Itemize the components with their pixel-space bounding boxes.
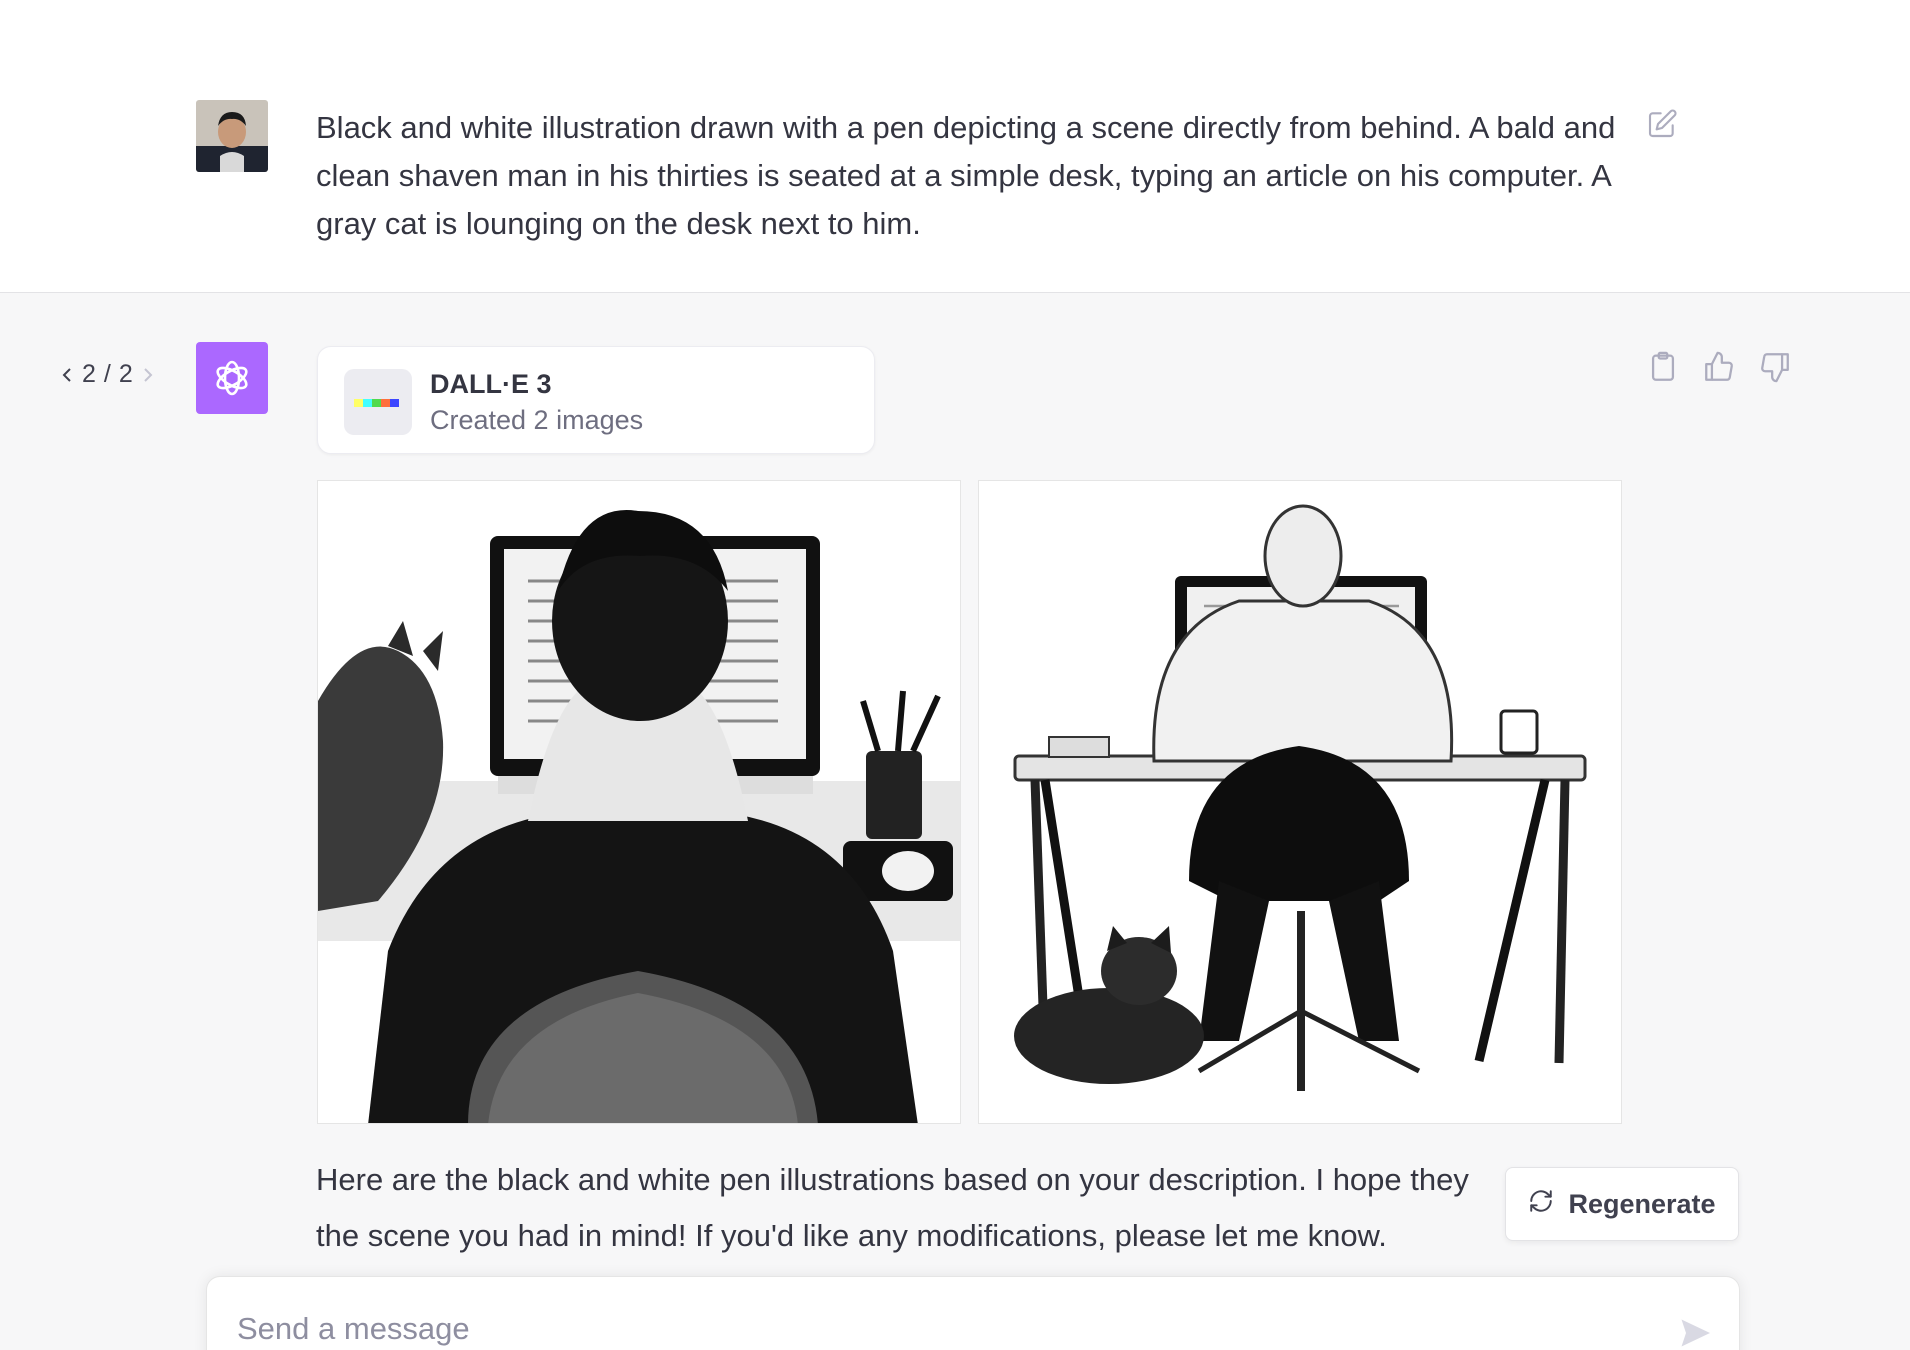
pager-current: 2 [82, 360, 96, 388]
dalle-tool-card[interactable]: DALL·E 3 Created 2 images [317, 346, 875, 454]
response-pager: 2 / 2 [60, 360, 155, 389]
tool-status: Created 2 images [430, 405, 644, 435]
pager-total: 2 [118, 360, 133, 388]
edit-icon[interactable] [1646, 108, 1678, 140]
user-message: Black and white illustration drawn with … [0, 0, 1910, 293]
generated-image-1[interactable] [317, 480, 961, 1124]
next-response-button[interactable] [141, 365, 155, 385]
dalle-thumbnail [344, 369, 412, 435]
thumbs-down-icon[interactable] [1758, 350, 1792, 384]
tool-name: DALL·E 3 [430, 369, 552, 399]
prev-response-button[interactable] [60, 365, 74, 385]
user-avatar [196, 100, 268, 172]
generated-image-2[interactable] [978, 480, 1622, 1124]
openai-logo-icon [196, 342, 268, 414]
refresh-icon [1528, 1188, 1554, 1221]
message-composer [206, 1276, 1740, 1350]
regenerate-button[interactable]: Regenerate [1505, 1167, 1739, 1241]
assistant-reply-text: Here are the black and white pen illustr… [316, 1162, 1469, 1253]
pager-separator: / [103, 360, 111, 388]
user-message-text: Black and white illustration drawn with … [316, 110, 1616, 241]
regenerate-label: Regenerate [1568, 1188, 1716, 1219]
message-input[interactable] [237, 1311, 1637, 1347]
message-actions [1646, 350, 1792, 384]
copy-icon[interactable] [1646, 350, 1680, 384]
thumbs-up-icon[interactable] [1702, 350, 1736, 384]
send-icon[interactable] [1677, 1315, 1713, 1350]
